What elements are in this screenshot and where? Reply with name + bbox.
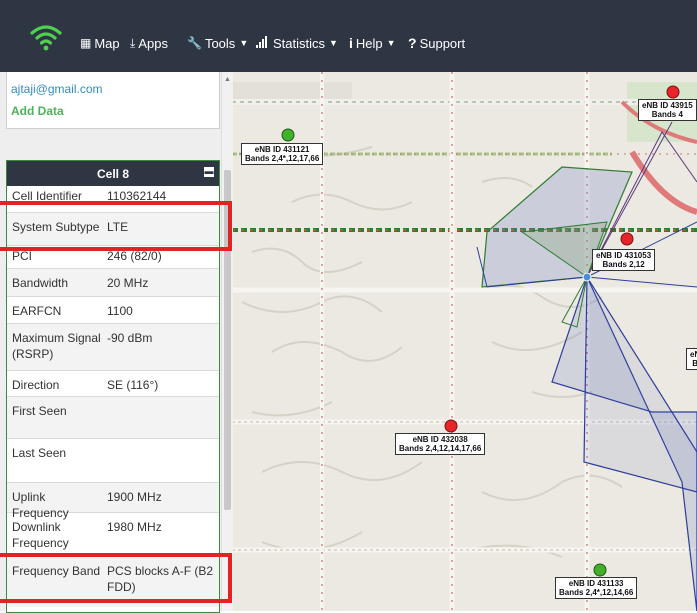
- marker-label[interactable]: eNB ID 431133 Bands 2,4*,12,14,66: [555, 577, 638, 599]
- marker-id: eN: [690, 350, 697, 359]
- row-first-seen: First Seen: [7, 397, 219, 439]
- marker-bands: Bands 2,12: [602, 260, 645, 269]
- cell-card-header[interactable]: Cell 8 ▬: [7, 161, 219, 186]
- signal-bars-icon: [256, 35, 270, 51]
- question-icon: ?: [408, 35, 417, 51]
- row-label: Last Seen: [12, 446, 67, 460]
- marker-label[interactable]: eN B: [686, 348, 697, 370]
- row-value: -90 dBm: [107, 331, 153, 345]
- row-direction: Direction SE (116°): [7, 371, 219, 397]
- nav-apps[interactable]: ⤓ Apps: [130, 33, 168, 53]
- collapse-icon[interactable]: ▬: [204, 167, 214, 177]
- nav-statistics[interactable]: Statistics ▼: [256, 33, 338, 53]
- nav-tools-label: Tools: [204, 35, 236, 51]
- marker-bands: B: [692, 359, 697, 368]
- wifi-logo-icon[interactable]: [28, 24, 64, 52]
- row-bandwidth: Bandwidth 20 MHz: [7, 269, 219, 297]
- chevron-down-icon: ▼: [329, 38, 338, 48]
- nav-help[interactable]: i Help ▼: [349, 33, 396, 53]
- row-label: Downlink Frequency: [12, 520, 69, 550]
- nav-map[interactable]: ▦ Map: [80, 33, 120, 53]
- row-value: 1980 MHz: [107, 520, 162, 534]
- marker-id: eNB ID 431133: [568, 579, 624, 588]
- row-last-seen: Last Seen: [7, 439, 219, 483]
- nav-apps-label: Apps: [138, 35, 168, 51]
- row-downlink-frequency: Downlink Frequency 1980 MHz: [7, 513, 219, 557]
- download-icon: ⤓: [130, 35, 136, 50]
- add-data-link[interactable]: Add Data: [11, 104, 64, 118]
- wrench-icon: 🔧: [187, 36, 202, 50]
- top-navbar: ▦ Map ⤓ Apps 🔧 Tools ▼ Statistics ▼ i He…: [0, 0, 697, 72]
- user-email-link[interactable]: ajtaji@gmail.com: [11, 82, 103, 96]
- side-panel-scrollbar[interactable]: ▲: [221, 72, 233, 611]
- marker-label[interactable]: eNB ID 432038 Bands 2,4,12,14,17,66: [395, 433, 486, 455]
- cell-title: Cell 8: [96, 167, 129, 181]
- marker-bands: Bands 2,4*,12,14,66: [559, 588, 634, 597]
- marker-bands: Bands 4: [651, 110, 683, 119]
- row-label: Bandwidth: [12, 276, 69, 290]
- marker-label[interactable]: eNB ID 43915 Bands 4: [638, 99, 697, 121]
- nav-support[interactable]: ? Support: [408, 33, 465, 53]
- row-max-signal: Maximum Signal (RSRP) -90 dBm: [7, 324, 219, 371]
- nav-help-label: Help: [355, 35, 383, 51]
- coverage-map[interactable]: eNB ID 431121 Bands 2,4*,12,17,66 eNB ID…: [232, 72, 697, 611]
- marker-id: eNB ID 431121: [254, 145, 310, 154]
- scroll-up-icon[interactable]: ▲: [224, 76, 231, 83]
- row-value: 1100: [107, 304, 133, 318]
- row-label: First Seen: [12, 404, 67, 418]
- nav-statistics-label: Statistics: [273, 35, 326, 51]
- row-uplink-frequency: Uplink Frequency 1900 MHz: [7, 483, 219, 520]
- marker-id: eNB ID 432038: [412, 435, 468, 444]
- highlight-box: [0, 201, 232, 251]
- user-box: ajtaji@gmail.com Add Data: [6, 72, 220, 129]
- chevron-down-icon: ▼: [386, 38, 396, 48]
- nav-tools[interactable]: 🔧 Tools ▼: [187, 33, 248, 53]
- row-value: SE (116°): [107, 378, 159, 392]
- highlight-box: [0, 553, 232, 603]
- row-earfcn: EARFCN 1100: [7, 297, 219, 324]
- nav-support-label: Support: [419, 35, 466, 51]
- row-value: 20 MHz: [107, 276, 149, 290]
- map-icon: ▦: [80, 36, 92, 50]
- chevron-down-icon: ▼: [239, 38, 249, 48]
- marker-bands: Bands 2,4,12,14,17,66: [399, 444, 482, 453]
- row-label: Direction: [12, 378, 60, 392]
- row-value: 1900 MHz: [107, 490, 162, 504]
- marker-id: eNB ID 43915: [642, 101, 693, 110]
- marker-label[interactable]: eNB ID 431053 Bands 2,12: [592, 249, 656, 271]
- marker-bands: Bands 2,4*,12,17,66: [245, 154, 320, 163]
- marker-id: eNB ID 431053: [596, 251, 652, 260]
- row-label: EARFCN: [12, 304, 62, 318]
- info-icon: i: [349, 35, 353, 51]
- marker-label[interactable]: eNB ID 431121 Bands 2,4*,12,17,66: [241, 143, 324, 165]
- row-label: Maximum Signal (RSRP): [12, 331, 101, 361]
- nav-map-label: Map: [94, 35, 120, 51]
